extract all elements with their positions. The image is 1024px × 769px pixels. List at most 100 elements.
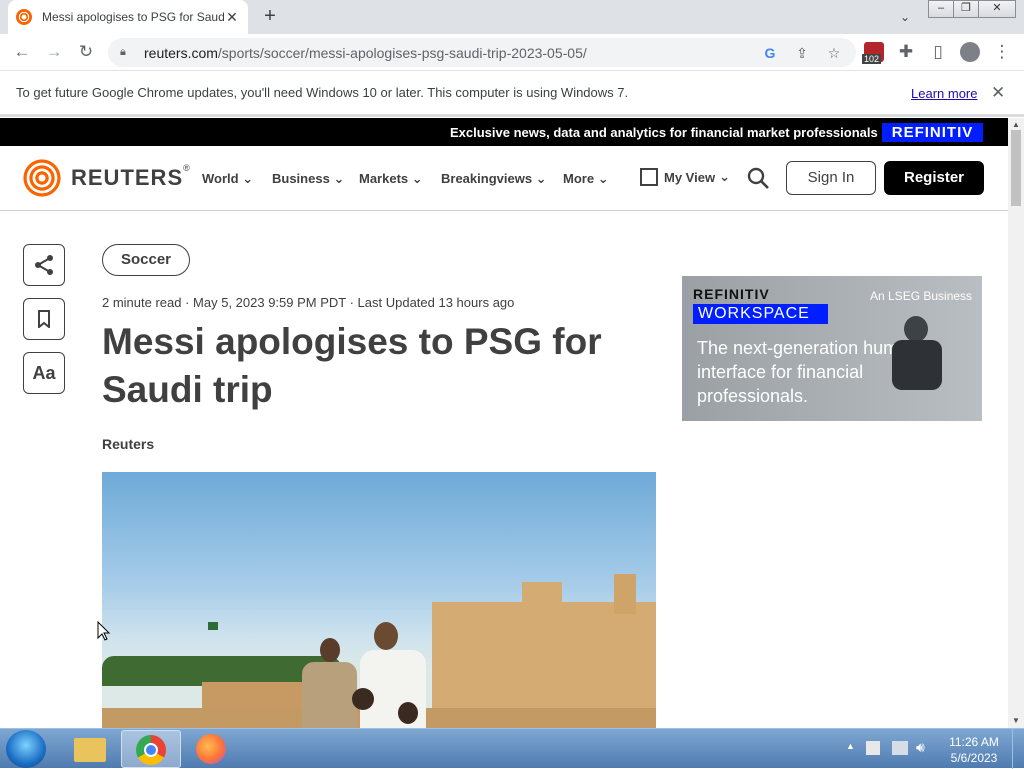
chevron-down-icon: ⌄: [535, 171, 547, 186]
volume-icon[interactable]: 🔊︎: [916, 739, 925, 756]
tab-title: Messi apologises to PSG for Saudi trip: [42, 10, 224, 24]
start-button[interactable]: [6, 730, 46, 768]
nav-more[interactable]: More ⌄: [563, 171, 609, 187]
refinitiv-badge[interactable]: REFINITIV: [882, 123, 983, 142]
register-button[interactable]: Register: [884, 161, 984, 195]
close-window-button[interactable]: ✕: [978, 0, 1016, 18]
registered-mark: ®: [183, 163, 190, 173]
chevron-down-icon: ⌄: [242, 171, 254, 186]
save-article-button[interactable]: [23, 298, 65, 340]
reload-icon[interactable]: ↻: [72, 38, 100, 66]
url-host: reuters.com: [144, 44, 218, 61]
chrome-menu-icon[interactable]: ⋮: [988, 38, 1016, 66]
infobar-close-icon[interactable]: ✕: [991, 83, 1005, 103]
side-panel-icon[interactable]: ▯: [924, 38, 952, 66]
forward-icon[interactable]: →: [40, 38, 68, 66]
browser-tab[interactable]: Messi apologises to PSG for Saudi trip ✕: [8, 0, 248, 34]
url-text[interactable]: reuters.com/sports/soccer/messi-apologis…: [144, 45, 856, 61]
scroll-down-icon[interactable]: ▼: [1012, 716, 1020, 725]
my-view-menu[interactable]: My View ⌄: [640, 168, 730, 186]
article-byline[interactable]: Reuters: [102, 436, 154, 452]
nav-world-label: World: [202, 171, 239, 186]
action-center-icon[interactable]: [866, 741, 880, 755]
extension-icon[interactable]: 102: [862, 42, 884, 64]
share-icon[interactable]: ⇪: [792, 43, 812, 63]
page-scrollbar[interactable]: ▲ ▼: [1008, 118, 1024, 728]
share-icon: [35, 255, 53, 275]
show-desktop-button[interactable]: [1012, 729, 1024, 769]
ad-tagline: An LSEG Business: [870, 289, 973, 303]
taskbar-chrome[interactable]: [121, 730, 181, 768]
refinitiv-workspace-ad[interactable]: REFINITIV WORKSPACE An LSEG Business The…: [682, 276, 982, 421]
search-icon[interactable]: [746, 166, 770, 190]
url-path: /sports/soccer/messi-apologises-psg-saud…: [217, 44, 587, 61]
extension-badge: 102: [862, 54, 882, 64]
bookmark-star-icon[interactable]: ☆: [824, 43, 844, 63]
taskbar-explorer[interactable]: [60, 730, 120, 768]
chevron-down-icon: ⌄: [411, 171, 423, 186]
nav-business[interactable]: Business ⌄: [272, 171, 344, 187]
ad-person-head: [904, 316, 928, 342]
new-tab-button[interactable]: +: [258, 4, 282, 28]
article-meta: 2 minute read · May 5, 2023 9:59 PM PDT …: [102, 295, 515, 310]
chevron-down-icon: ⌄: [333, 171, 345, 186]
person-man-head: [374, 622, 398, 650]
ad-person: [892, 340, 942, 390]
nav-business-label: Business: [272, 171, 330, 186]
page-viewport: Exclusive news, data and analytics for f…: [0, 118, 1008, 728]
nav-markets[interactable]: Markets ⌄: [359, 171, 423, 187]
section-tag-soccer[interactable]: Soccer: [102, 244, 190, 276]
minimize-button[interactable]: –: [928, 0, 954, 18]
person-woman: [302, 662, 357, 728]
nav-markets-label: Markets: [359, 171, 409, 186]
nav-breakingviews[interactable]: Breakingviews ⌄: [441, 171, 547, 187]
lock-icon[interactable]: 🔒︎: [120, 46, 134, 59]
text-size-button[interactable]: Aa: [23, 352, 65, 394]
firefox-icon: [196, 734, 226, 764]
reuters-logo-text: REUTERS: [71, 165, 184, 190]
tab-search-chevron-icon[interactable]: ⌄: [894, 6, 916, 28]
reuters-favicon-icon: [16, 9, 32, 25]
reuters-logo[interactable]: REUTERS ®: [23, 159, 190, 197]
nav-more-label: More: [563, 171, 595, 186]
ad-product: WORKSPACE: [693, 304, 828, 324]
share-button[interactable]: [23, 244, 65, 286]
scroll-up-icon[interactable]: ▲: [1012, 120, 1020, 129]
google-lens-icon[interactable]: G: [760, 43, 780, 63]
article-headline: Messi apologises to PSG for Saudi trip: [102, 321, 602, 410]
windows-taskbar: ▲ 🔊︎ 11:26 AM 5/6/2023: [0, 728, 1024, 769]
mud-tower-small: [614, 574, 636, 614]
nav-world[interactable]: World ⌄: [202, 171, 253, 187]
address-bar[interactable]: 🔒︎ reuters.com/sports/soccer/messi-apolo…: [108, 38, 856, 67]
bookmark-icon: [38, 310, 50, 330]
chevron-down-icon: ⌄: [597, 171, 609, 186]
scrollbar-thumb[interactable]: [1011, 130, 1021, 206]
reuters-logo-mark-icon: [23, 159, 61, 197]
back-icon[interactable]: ←: [8, 38, 36, 66]
network-icon[interactable]: [892, 741, 908, 755]
chrome-update-infobar: To get future Google Chrome updates, you…: [0, 71, 1024, 117]
profile-avatar[interactable]: [960, 42, 980, 62]
chevron-down-icon: ⌄: [719, 169, 730, 184]
infobar-message: To get future Google Chrome updates, you…: [16, 85, 629, 100]
child-head-left: [352, 688, 374, 710]
child-head-right: [398, 702, 418, 724]
system-clock[interactable]: 11:26 AM 5/6/2023: [944, 734, 1004, 766]
my-view-label: My View: [664, 169, 716, 185]
browser-toolbar: ← → ↻ 🔒︎ reuters.com/sports/soccer/messi…: [0, 34, 1024, 71]
taskbar-firefox[interactable]: [182, 730, 242, 768]
restore-button[interactable]: ❐: [953, 0, 979, 18]
tab-strip: Messi apologises to PSG for Saudi trip ✕…: [0, 0, 1024, 34]
close-tab-icon[interactable]: ✕: [224, 9, 240, 26]
article-photo: [102, 472, 656, 728]
sign-in-button[interactable]: Sign In: [786, 161, 876, 195]
flag: [208, 622, 218, 630]
promo-banner[interactable]: Exclusive news, data and analytics for f…: [0, 118, 1008, 146]
learn-more-link[interactable]: Learn more: [911, 86, 977, 101]
extensions-puzzle-icon[interactable]: ✚: [892, 38, 920, 66]
show-hidden-icons[interactable]: ▲: [846, 741, 855, 751]
mouse-cursor-icon: [97, 621, 111, 641]
ad-brand: REFINITIV: [693, 286, 770, 302]
site-header: REUTERS ® World ⌄ Business ⌄ Markets ⌄ B…: [0, 146, 1008, 211]
mud-tower: [522, 582, 562, 622]
